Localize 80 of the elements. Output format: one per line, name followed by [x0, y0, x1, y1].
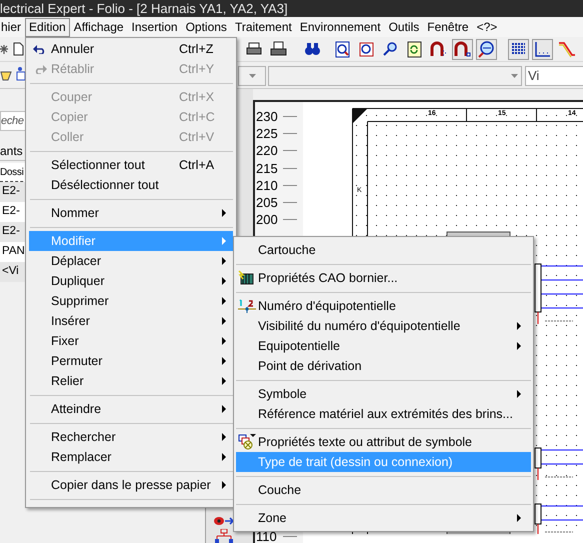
- shortcut-label: Ctrl+Z: [179, 40, 214, 58]
- menu-item[interactable]: Rechercher: [29, 427, 233, 447]
- menu-item[interactable]: Désélectionner tout: [29, 175, 233, 195]
- toolbar-button[interactable]: [476, 39, 497, 60]
- redo-arrow-icon: [33, 64, 47, 74]
- ruler-label: 215: [255, 162, 278, 175]
- menu-bar-item[interactable]: hier: [0, 18, 26, 36]
- symbol-properties-icon: [238, 434, 256, 450]
- toolbar-button[interactable]: [452, 39, 473, 60]
- magnet-icon: [430, 41, 447, 58]
- zoom-page-icon: [334, 41, 351, 58]
- shortcut-label: Ctrl+X: [179, 88, 214, 106]
- menu-item[interactable]: Point de dérivation: [236, 356, 531, 376]
- menu-item[interactable]: Copier dans le presse papier: [29, 475, 233, 495]
- shortcut-label: Ctrl+A: [179, 156, 214, 174]
- magnet-icon: [454, 41, 471, 58]
- menu-item[interactable]: Relier: [29, 371, 233, 391]
- menu-item[interactable]: Fixer: [29, 331, 233, 351]
- menu-item[interactable]: Référence matériel aux extrémités des brins...: [236, 404, 531, 424]
- menu-item[interactable]: Insérer: [29, 311, 233, 331]
- dropdown-arrow-icon: [511, 74, 518, 78]
- shortcut-label: Ctrl+Y: [179, 60, 214, 78]
- ruler-label: 200: [255, 213, 278, 226]
- menu-item[interactable]: Couche: [236, 480, 531, 500]
- menu-bar-item[interactable]: <?>: [472, 18, 502, 36]
- line-tool-icon: [558, 41, 575, 58]
- network-icon[interactable]: [214, 529, 234, 543]
- toolbar-button[interactable]: [532, 39, 553, 60]
- menu-bar-item[interactable]: Environnement: [296, 18, 385, 36]
- menu-bar-item[interactable]: Insertion: [128, 18, 182, 36]
- terminal-block-icon: [238, 270, 254, 286]
- shape-icon[interactable]: [16, 66, 26, 82]
- menu-item[interactable]: Permuter: [29, 351, 233, 371]
- menu-item[interactable]: Supprimer: [29, 291, 233, 311]
- printer-icon: [270, 41, 287, 58]
- menu-bar-item[interactable]: Fenêtre: [423, 18, 473, 36]
- menu-bar-item[interactable]: Outils: [384, 18, 424, 36]
- undo-arrow-icon: [33, 44, 47, 54]
- menu-item[interactable]: Atteindre: [29, 399, 233, 419]
- menu-item[interactable]: Remplacer: [29, 447, 233, 467]
- dropdown-field[interactable]: [238, 66, 266, 86]
- refresh-page-icon: [406, 41, 423, 58]
- toolbar-button[interactable]: [508, 39, 529, 60]
- dropdown-field[interactable]: [268, 66, 522, 86]
- menu-item[interactable]: Cartouche: [236, 240, 531, 260]
- menu-item[interactable]: Symbole: [236, 384, 531, 404]
- ruler-label: 225: [255, 127, 278, 140]
- menu-item[interactable]: Propriétés texte ou attribut de symbole: [236, 432, 531, 452]
- menu-item[interactable]: Nommer: [29, 203, 233, 223]
- shortcut-label: Ctrl+V: [179, 128, 214, 146]
- menu-item[interactable]: Zone: [236, 508, 531, 528]
- menu-bar-item[interactable]: Affichage: [70, 18, 128, 36]
- menu-item[interactable]: Déplacer: [29, 251, 233, 271]
- dropdown-arrow-icon: [248, 74, 256, 78]
- ruler-label: 210: [255, 178, 278, 192]
- menu-item[interactable]: Sélectionner tout Ctrl+A: [29, 155, 233, 175]
- menu-item[interactable]: Propriétés CAO bornier...: [236, 268, 531, 288]
- ruler-label: 220: [255, 144, 278, 158]
- zoom-globe-icon: [478, 41, 495, 58]
- axes-icon: [534, 41, 551, 58]
- sun-icon[interactable]: [0, 43, 10, 56]
- zoom-window-icon: [358, 41, 375, 58]
- menu-bar-item[interactable]: Traitement: [230, 18, 296, 36]
- view-dropdown[interactable]: Vi: [525, 66, 583, 86]
- menu-item[interactable]: Equipotentielle: [236, 336, 531, 356]
- menu-item[interactable]: Visibilité du numéro d'équipotentielle: [236, 316, 531, 336]
- zoom-search-icon: [382, 41, 399, 58]
- ruler-label: 205: [255, 196, 278, 210]
- binoculars-icon: [304, 41, 321, 58]
- menu-item[interactable]: Dupliquer: [29, 271, 233, 291]
- shortcut-label: Ctrl+C: [179, 108, 215, 126]
- menu-item[interactable]: Annuler Ctrl+Z: [29, 39, 233, 59]
- menu-bar-item[interactable]: Edition: [25, 18, 70, 36]
- menu-item[interactable]: Numéro d'équipotentielle: [236, 296, 531, 316]
- eye-arrow-icon[interactable]: [212, 515, 234, 527]
- ruler-label: 230: [255, 110, 278, 124]
- menu-bar-item[interactable]: Options: [182, 18, 231, 36]
- ruler-label: 110: [255, 530, 277, 543]
- window-title: lectrical Expert - Folio - [2 Harnais YA1, YA2, YA3]: [0, 1, 288, 17]
- numbered-node-icon: [238, 299, 256, 313]
